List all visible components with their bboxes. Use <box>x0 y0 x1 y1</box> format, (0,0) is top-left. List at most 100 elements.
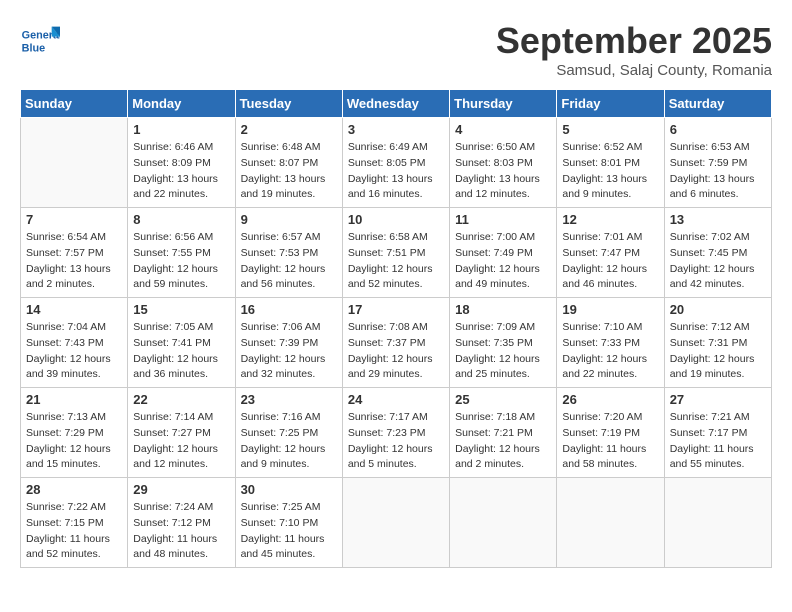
day-number: 20 <box>670 302 766 317</box>
day-info: Sunrise: 7:14 AM Sunset: 7:27 PM Dayligh… <box>133 410 229 473</box>
day-info: Sunrise: 7:04 AM Sunset: 7:43 PM Dayligh… <box>26 320 122 383</box>
day-info: Sunrise: 7:24 AM Sunset: 7:12 PM Dayligh… <box>133 500 229 563</box>
svg-text:Blue: Blue <box>22 43 45 55</box>
location-subtitle: Samsud, Salaj County, Romania <box>496 62 772 79</box>
calendar-cell: 5Sunrise: 6:52 AM Sunset: 8:01 PM Daylig… <box>557 118 664 208</box>
day-info: Sunrise: 7:21 AM Sunset: 7:17 PM Dayligh… <box>670 410 766 473</box>
calendar-cell <box>21 118 128 208</box>
day-info: Sunrise: 6:54 AM Sunset: 7:57 PM Dayligh… <box>26 230 122 293</box>
day-number: 15 <box>133 302 229 317</box>
calendar-cell: 20 Sunrise: 7:12 AM Sunset: 7:31 PM Dayli… <box>664 298 771 388</box>
weekday-header-saturday: Saturday <box>664 90 771 118</box>
calendar-cell: 16 Sunrise: 7:06 AM Sunset: 7:39 PM Dayli… <box>235 298 342 388</box>
day-info: Sunrise: 7:05 AM Sunset: 7:41 PM Dayligh… <box>133 320 229 383</box>
day-number: 22 <box>133 392 229 407</box>
calendar-cell: 15 Sunrise: 7:05 AM Sunset: 7:41 PM Dayli… <box>128 298 235 388</box>
calendar-cell: 23 Sunrise: 7:16 AM Sunset: 7:25 PM Dayli… <box>235 388 342 478</box>
day-number: 11 <box>455 212 551 227</box>
day-info: Sunrise: 7:10 AM Sunset: 7:33 PM Dayligh… <box>562 320 658 383</box>
day-number: 13 <box>670 212 766 227</box>
day-info: Sunrise: 6:49 AM Sunset: 8:05 PM Dayligh… <box>348 140 444 203</box>
month-title: September 2025 <box>496 20 772 62</box>
day-number: 28 <box>26 482 122 497</box>
calendar-cell <box>664 478 771 568</box>
logo: General Blue <box>20 20 64 60</box>
day-info: Sunrise: 7:16 AM Sunset: 7:25 PM Dayligh… <box>241 410 337 473</box>
day-number: 14 <box>26 302 122 317</box>
calendar-cell <box>450 478 557 568</box>
title-block: September 2025 Samsud, Salaj County, Rom… <box>496 20 772 79</box>
calendar-cell: 22 Sunrise: 7:14 AM Sunset: 7:27 PM Dayli… <box>128 388 235 478</box>
day-info: Sunrise: 6:58 AM Sunset: 7:51 PM Dayligh… <box>348 230 444 293</box>
calendar-cell: 19 Sunrise: 7:10 AM Sunset: 7:33 PM Dayli… <box>557 298 664 388</box>
calendar-cell: 2Sunrise: 6:48 AM Sunset: 8:07 PM Daylig… <box>235 118 342 208</box>
day-number: 3 <box>348 122 444 137</box>
day-number: 9 <box>241 212 337 227</box>
calendar-cell: 11 Sunrise: 7:00 AM Sunset: 7:49 PM Dayli… <box>450 208 557 298</box>
calendar-cell: 27 Sunrise: 7:21 AM Sunset: 7:17 PM Dayli… <box>664 388 771 478</box>
day-number: 26 <box>562 392 658 407</box>
day-info: Sunrise: 7:13 AM Sunset: 7:29 PM Dayligh… <box>26 410 122 473</box>
week-row-4: 21 Sunrise: 7:13 AM Sunset: 7:29 PM Dayli… <box>21 388 772 478</box>
day-info: Sunrise: 7:25 AM Sunset: 7:10 PM Dayligh… <box>241 500 337 563</box>
day-number: 23 <box>241 392 337 407</box>
weekday-header-thursday: Thursday <box>450 90 557 118</box>
calendar-cell: 24Sunrise: 7:17 AM Sunset: 7:23 PM Dayli… <box>342 388 449 478</box>
day-number: 1 <box>133 122 229 137</box>
day-info: Sunrise: 7:00 AM Sunset: 7:49 PM Dayligh… <box>455 230 551 293</box>
day-info: Sunrise: 6:50 AM Sunset: 8:03 PM Dayligh… <box>455 140 551 203</box>
weekday-header-row: SundayMondayTuesdayWednesdayThursdayFrid… <box>21 90 772 118</box>
calendar-cell: 14 Sunrise: 7:04 AM Sunset: 7:43 PM Dayli… <box>21 298 128 388</box>
day-number: 2 <box>241 122 337 137</box>
day-number: 18 <box>455 302 551 317</box>
day-number: 10 <box>348 212 444 227</box>
day-number: 5 <box>562 122 658 137</box>
logo-icon: General Blue <box>20 20 60 60</box>
calendar-table: SundayMondayTuesdayWednesdayThursdayFrid… <box>20 89 772 568</box>
calendar-cell <box>557 478 664 568</box>
calendar-cell <box>342 478 449 568</box>
weekday-header-sunday: Sunday <box>21 90 128 118</box>
day-number: 21 <box>26 392 122 407</box>
day-info: Sunrise: 7:08 AM Sunset: 7:37 PM Dayligh… <box>348 320 444 383</box>
day-number: 17 <box>348 302 444 317</box>
weekday-header-monday: Monday <box>128 90 235 118</box>
calendar-cell: 30Sunrise: 7:25 AM Sunset: 7:10 PM Dayli… <box>235 478 342 568</box>
week-row-1: 1Sunrise: 6:46 AM Sunset: 8:09 PM Daylig… <box>21 118 772 208</box>
calendar-cell: 9 Sunrise: 6:57 AM Sunset: 7:53 PM Daylig… <box>235 208 342 298</box>
calendar-cell: 12 Sunrise: 7:01 AM Sunset: 7:47 PM Dayli… <box>557 208 664 298</box>
calendar-cell: 6 Sunrise: 6:53 AM Sunset: 7:59 PM Daylig… <box>664 118 771 208</box>
calendar-cell: 10 Sunrise: 6:58 AM Sunset: 7:51 PM Dayli… <box>342 208 449 298</box>
day-info: Sunrise: 7:01 AM Sunset: 7:47 PM Dayligh… <box>562 230 658 293</box>
day-number: 19 <box>562 302 658 317</box>
calendar-cell: 18Sunrise: 7:09 AM Sunset: 7:35 PM Dayli… <box>450 298 557 388</box>
calendar-cell: 4Sunrise: 6:50 AM Sunset: 8:03 PM Daylig… <box>450 118 557 208</box>
weekday-header-friday: Friday <box>557 90 664 118</box>
day-info: Sunrise: 7:06 AM Sunset: 7:39 PM Dayligh… <box>241 320 337 383</box>
calendar-cell: 3 Sunrise: 6:49 AM Sunset: 8:05 PM Daylig… <box>342 118 449 208</box>
day-number: 8 <box>133 212 229 227</box>
day-number: 12 <box>562 212 658 227</box>
day-number: 29 <box>133 482 229 497</box>
day-number: 6 <box>670 122 766 137</box>
day-info: Sunrise: 7:12 AM Sunset: 7:31 PM Dayligh… <box>670 320 766 383</box>
calendar-cell: 26Sunrise: 7:20 AM Sunset: 7:19 PM Dayli… <box>557 388 664 478</box>
calendar-cell: 13 Sunrise: 7:02 AM Sunset: 7:45 PM Dayli… <box>664 208 771 298</box>
calendar-cell: 1Sunrise: 6:46 AM Sunset: 8:09 PM Daylig… <box>128 118 235 208</box>
day-info: Sunrise: 7:17 AM Sunset: 7:23 PM Dayligh… <box>348 410 444 473</box>
day-number: 16 <box>241 302 337 317</box>
calendar-cell: 28Sunrise: 7:22 AM Sunset: 7:15 PM Dayli… <box>21 478 128 568</box>
day-number: 7 <box>26 212 122 227</box>
calendar-cell: 29 Sunrise: 7:24 AM Sunset: 7:12 PM Dayli… <box>128 478 235 568</box>
day-info: Sunrise: 6:57 AM Sunset: 7:53 PM Dayligh… <box>241 230 337 293</box>
calendar-cell: 21 Sunrise: 7:13 AM Sunset: 7:29 PM Dayli… <box>21 388 128 478</box>
day-number: 25 <box>455 392 551 407</box>
week-row-3: 14 Sunrise: 7:04 AM Sunset: 7:43 PM Dayli… <box>21 298 772 388</box>
week-row-5: 28Sunrise: 7:22 AM Sunset: 7:15 PM Dayli… <box>21 478 772 568</box>
day-number: 27 <box>670 392 766 407</box>
calendar-cell: 8Sunrise: 6:56 AM Sunset: 7:55 PM Daylig… <box>128 208 235 298</box>
weekday-header-tuesday: Tuesday <box>235 90 342 118</box>
day-info: Sunrise: 6:53 AM Sunset: 7:59 PM Dayligh… <box>670 140 766 203</box>
calendar-cell: 7 Sunrise: 6:54 AM Sunset: 7:57 PM Daylig… <box>21 208 128 298</box>
day-info: Sunrise: 7:02 AM Sunset: 7:45 PM Dayligh… <box>670 230 766 293</box>
